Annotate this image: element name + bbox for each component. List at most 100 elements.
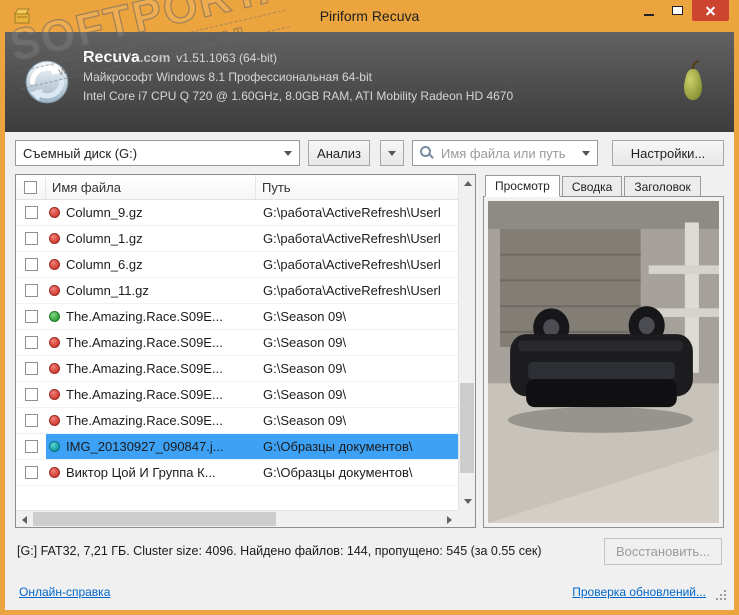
horizontal-scroll-thumb[interactable] (33, 512, 277, 526)
file-name: The.Amazing.Race.S09E... (66, 335, 223, 350)
maximize-icon (672, 6, 683, 15)
minimize-icon (643, 13, 654, 16)
version-label: v1.51.1063 (64-bit) (176, 51, 277, 65)
search-input[interactable] (439, 144, 582, 162)
os-line: Майкрософт Windows 8.1 Профессиональная … (83, 70, 372, 84)
list-header: Имя файла Путь (16, 175, 458, 200)
status-dot (49, 441, 60, 452)
file-name: The.Amazing.Race.S09E... (66, 361, 223, 376)
analyze-dropdown-button[interactable] (380, 140, 404, 166)
table-row[interactable]: Column_11.gz G:\работа\ActiveRefresh\Use… (16, 278, 458, 304)
resize-grip[interactable] (716, 590, 728, 602)
vertical-scrollbar[interactable] (458, 175, 475, 510)
tab-summary[interactable]: Сводка (561, 176, 623, 196)
status-dot (49, 311, 60, 322)
status-dot (49, 363, 60, 374)
analyze-button[interactable]: Анализ (308, 140, 370, 166)
preview-tabs: Просмотр Сводка Заголовок (483, 174, 724, 197)
minimize-button[interactable] (634, 0, 663, 21)
status-bar: [G:] FAT32, 7,21 ГБ. Cluster size: 4096.… (5, 528, 734, 574)
chevron-down-icon (582, 150, 590, 156)
select-all-checkbox[interactable] (24, 180, 37, 194)
table-row[interactable]: Виктор Цой И Группа К... G:\Образцы доку… (16, 460, 458, 486)
recuva-window: Piriform Recuva SOFTPORTALTM www.softpor… (0, 0, 739, 615)
table-row[interactable]: Column_1.gz G:\работа\ActiveRefresh\User… (16, 226, 458, 252)
table-row[interactable]: Column_9.gz G:\работа\ActiveRefresh\User… (16, 200, 458, 226)
brand-name: Recuva (83, 49, 140, 66)
file-path: G:\работа\ActiveRefresh\Userl (263, 283, 441, 298)
row-checkbox-cell (16, 232, 46, 245)
chevron-down-icon (284, 150, 292, 156)
chevron-down-icon (388, 150, 396, 156)
file-path: G:\работа\ActiveRefresh\Userl (263, 231, 441, 246)
row-checkbox-cell (16, 284, 46, 297)
brand-line: Recuva.com v1.51.1063 (64-bit) (83, 49, 277, 66)
drive-select-value: Съемный диск (G:) (23, 145, 138, 161)
file-path: G:\Образцы документов\ (263, 465, 413, 480)
file-name: IMG_20130927_090847.j... (66, 439, 224, 454)
row-checkbox[interactable] (24, 310, 38, 323)
file-path: G:\работа\ActiveRefresh\Userl (263, 257, 441, 272)
triangle-left-icon (22, 515, 27, 524)
file-name: The.Amazing.Race.S09E... (66, 413, 223, 428)
table-row[interactable]: Column_6.gz G:\работа\ActiveRefresh\User… (16, 252, 458, 278)
row-checkbox-cell (16, 206, 46, 219)
triangle-up-icon (463, 181, 472, 186)
hardware-line: Intel Core i7 CPU Q 720 @ 1.60GHz, 8.0GB… (83, 89, 514, 103)
row-checkbox[interactable] (24, 466, 38, 479)
tab-preview[interactable]: Просмотр (485, 175, 560, 197)
check-updates-link[interactable]: Проверка обновлений... (572, 585, 706, 599)
file-path: G:\Season 09\ (263, 309, 347, 324)
row-checkbox-cell (16, 388, 46, 401)
row-checkbox[interactable] (24, 206, 38, 219)
table-row[interactable]: IMG_20130927_090847.j... G:\Образцы доку… (16, 434, 458, 460)
row-checkbox[interactable] (24, 284, 38, 297)
window-title: Piriform Recuva (319, 8, 420, 24)
horizontal-scrollbar[interactable] (16, 510, 458, 527)
column-header-filename[interactable]: Имя файла (46, 175, 256, 199)
preview-panel: Просмотр Сводка Заголовок (483, 174, 724, 528)
scan-status-text: [G:] FAT32, 7,21 ГБ. Cluster size: 4096.… (17, 544, 542, 558)
table-row[interactable]: The.Amazing.Race.S09E... G:\Season 09\ (16, 382, 458, 408)
row-checkbox[interactable] (24, 388, 38, 401)
row-checkbox[interactable] (24, 414, 38, 427)
maximize-button[interactable] (663, 0, 692, 21)
preview-image-car-photo (488, 201, 719, 523)
file-name: Column_9.gz (66, 205, 143, 220)
settings-button[interactable]: Настройки... (612, 140, 724, 166)
online-help-link[interactable]: Онлайн-справка (19, 585, 110, 599)
status-dot (49, 259, 60, 270)
select-all-column-header[interactable] (16, 175, 46, 199)
scroll-down-button[interactable] (459, 493, 475, 510)
row-checkbox-cell (16, 414, 46, 427)
row-checkbox[interactable] (24, 362, 38, 375)
table-row[interactable]: The.Amazing.Race.S09E... G:\Season 09\ (16, 356, 458, 382)
row-checkbox[interactable] (24, 258, 38, 271)
table-row[interactable]: The.Amazing.Race.S09E... G:\Season 09\ (16, 330, 458, 356)
tab-header[interactable]: Заголовок (624, 176, 701, 196)
file-path: G:\Season 09\ (263, 361, 347, 376)
row-checkbox-cell (16, 466, 46, 479)
status-dot (49, 207, 60, 218)
table-row[interactable]: The.Amazing.Race.S09E... G:\Season 09\ (16, 408, 458, 434)
scroll-up-button[interactable] (459, 175, 475, 192)
drive-select[interactable]: Съемный диск (G:) (15, 140, 300, 166)
column-header-path[interactable]: Путь (256, 175, 458, 199)
pear-icon (678, 58, 708, 111)
close-button[interactable] (692, 0, 729, 21)
table-row[interactable]: The.Amazing.Race.S09E... G:\Season 09\ (16, 304, 458, 330)
status-dot (49, 285, 60, 296)
file-name: The.Amazing.Race.S09E... (66, 309, 223, 324)
search-box[interactable] (412, 140, 598, 166)
row-checkbox-cell (16, 362, 46, 375)
row-checkbox[interactable] (24, 336, 38, 349)
row-checkbox[interactable] (24, 232, 38, 245)
file-path: G:\работа\ActiveRefresh\Userl (263, 205, 441, 220)
vertical-scroll-thumb[interactable] (460, 382, 474, 474)
scroll-right-button[interactable] (441, 511, 458, 527)
recuva-logo-icon (23, 58, 71, 111)
recover-button[interactable]: Восстановить... (604, 537, 722, 565)
status-dot (49, 415, 60, 426)
scroll-left-button[interactable] (16, 511, 33, 527)
row-checkbox[interactable] (24, 440, 38, 453)
